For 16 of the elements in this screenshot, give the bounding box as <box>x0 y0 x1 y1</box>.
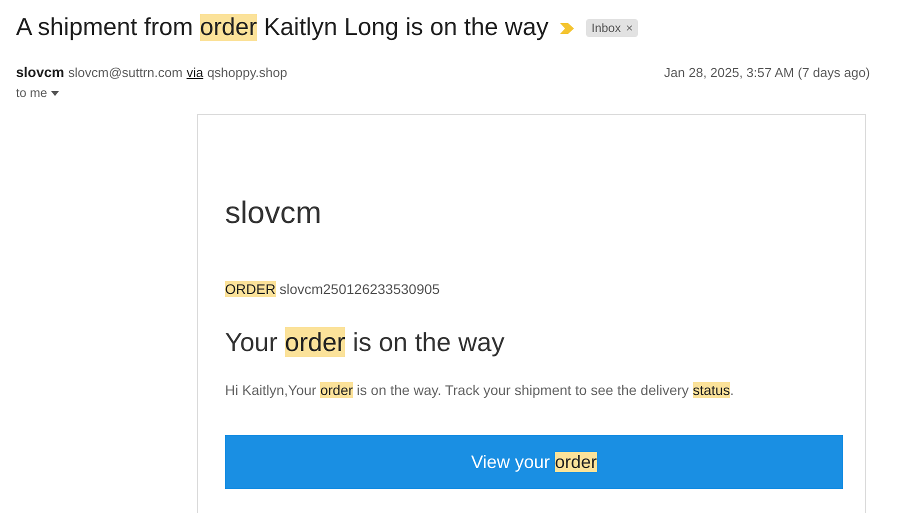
sender-domain: qshoppy.shop <box>207 65 288 80</box>
email-subject: A shipment from order Kaitlyn Long is on the way <box>16 14 548 42</box>
sender-name: slovcm <box>16 64 64 80</box>
remove-label-button[interactable]: × <box>626 21 633 35</box>
email-message: Hi Kaitlyn,Your order is on the way. Track your shipment to see the delivery status. <box>225 382 735 398</box>
email-date: Jan 28, 2025, 3:57 AM (7 days ago) <box>664 65 870 80</box>
sender-email: slovcm@suttrn.com <box>68 65 183 80</box>
recipient-dropdown[interactable]: to me <box>16 86 60 100</box>
order-number: ORDER slovcm250126233530905 <box>225 281 441 297</box>
via-link[interactable]: via <box>186 65 204 80</box>
brand-name: slovcm <box>225 195 322 231</box>
importance-marker-icon[interactable] <box>560 22 574 34</box>
inbox-label: Inbox × <box>586 19 638 37</box>
email-heading: Your order is on the way <box>225 327 506 358</box>
view-order-button[interactable]: View your order <box>225 435 843 489</box>
caret-icon <box>51 90 60 96</box>
